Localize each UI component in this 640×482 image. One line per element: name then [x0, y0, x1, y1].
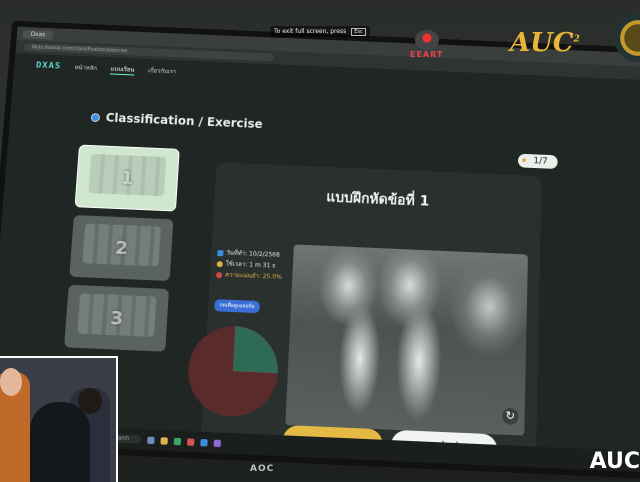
page-header: Classification / Exercise — [91, 110, 263, 131]
fullscreen-hint-text: To exit full screen, press — [274, 28, 346, 35]
monitor-brand: AOC — [250, 464, 274, 474]
auc-logo-sup: 2 — [574, 34, 580, 44]
refresh-icon[interactable]: ↻ — [502, 408, 519, 425]
trophy-icon: ★ — [520, 156, 527, 165]
webcam-feed — [0, 356, 118, 482]
pie-correct-slice — [233, 326, 280, 373]
thumbnail-xray — [82, 223, 161, 266]
esc-key: Esc — [351, 28, 366, 36]
progress-text: 1/7 — [533, 156, 548, 166]
calendar-icon — [217, 250, 223, 256]
nav-about[interactable]: เกี่ยวกับเรา — [148, 66, 177, 77]
progress-badge: ★ 1/7 — [517, 154, 557, 169]
exercise-thumbnail-2[interactable]: 2 — [69, 215, 173, 281]
exercise-thumbnail-3[interactable]: 3 — [64, 285, 169, 352]
accuracy-row: ความแม่นยำ: 25.0% — [216, 269, 282, 283]
target-icon — [216, 272, 222, 278]
review-answer-pill[interactable]: กดเพื่อดูเฉลยข้อ — [214, 299, 260, 313]
taskbar-app-icon[interactable] — [147, 436, 155, 444]
thumbnail-xray — [88, 154, 166, 196]
eeart-mark-icon — [415, 30, 439, 50]
check-icon — [91, 113, 100, 122]
app-logo[interactable]: DXAS — [36, 61, 62, 72]
accuracy-pie-chart — [181, 320, 284, 423]
nav-home[interactable]: หน้าหลัก — [74, 62, 97, 72]
taskbar-app-icon[interactable] — [174, 437, 182, 445]
exercise-info: วันที่ทำ: 10/2/2568 ใช้เวลา: 1 m 31 s คว… — [216, 247, 283, 283]
dental-xray-image: ↻ — [285, 244, 528, 435]
exercise-thumbnail-list: 1 2 3 — [63, 145, 183, 361]
thumbnail-xray — [77, 293, 156, 337]
auc-logo: AUC2 — [510, 28, 580, 58]
clock-icon — [217, 261, 223, 267]
taskbar-app-icon[interactable] — [214, 439, 222, 447]
exercise-card: แบบฝึกหัดข้อที่ 1 วันที่ทำ: 10/2/2568 ใช… — [200, 162, 542, 469]
edge-icon[interactable] — [200, 438, 208, 446]
audience-member — [30, 402, 90, 482]
fullscreen-hint: To exit full screen, press Esc — [270, 26, 370, 37]
nav-lessons[interactable]: แบบเรียน — [110, 63, 135, 75]
browser-tab[interactable]: Dxas — [23, 29, 54, 39]
auc-corner-logo: AUC — [590, 449, 640, 474]
accuracy-label: ความแม่นยำ: 25.0% — [225, 269, 282, 282]
presenter-left-head — [0, 368, 22, 396]
eeart-logo: EEART — [410, 30, 443, 59]
auc-logo-text: AUC — [510, 28, 574, 58]
page-title: Classification / Exercise — [105, 111, 263, 131]
exercise-title: แบบฝึกหัดข้อที่ 1 — [214, 182, 541, 218]
chrome-icon[interactable] — [187, 438, 195, 446]
folder-icon[interactable] — [161, 437, 169, 445]
exercise-thumbnail-1[interactable]: 1 — [74, 145, 179, 212]
eeart-logo-text: EEART — [410, 50, 443, 59]
